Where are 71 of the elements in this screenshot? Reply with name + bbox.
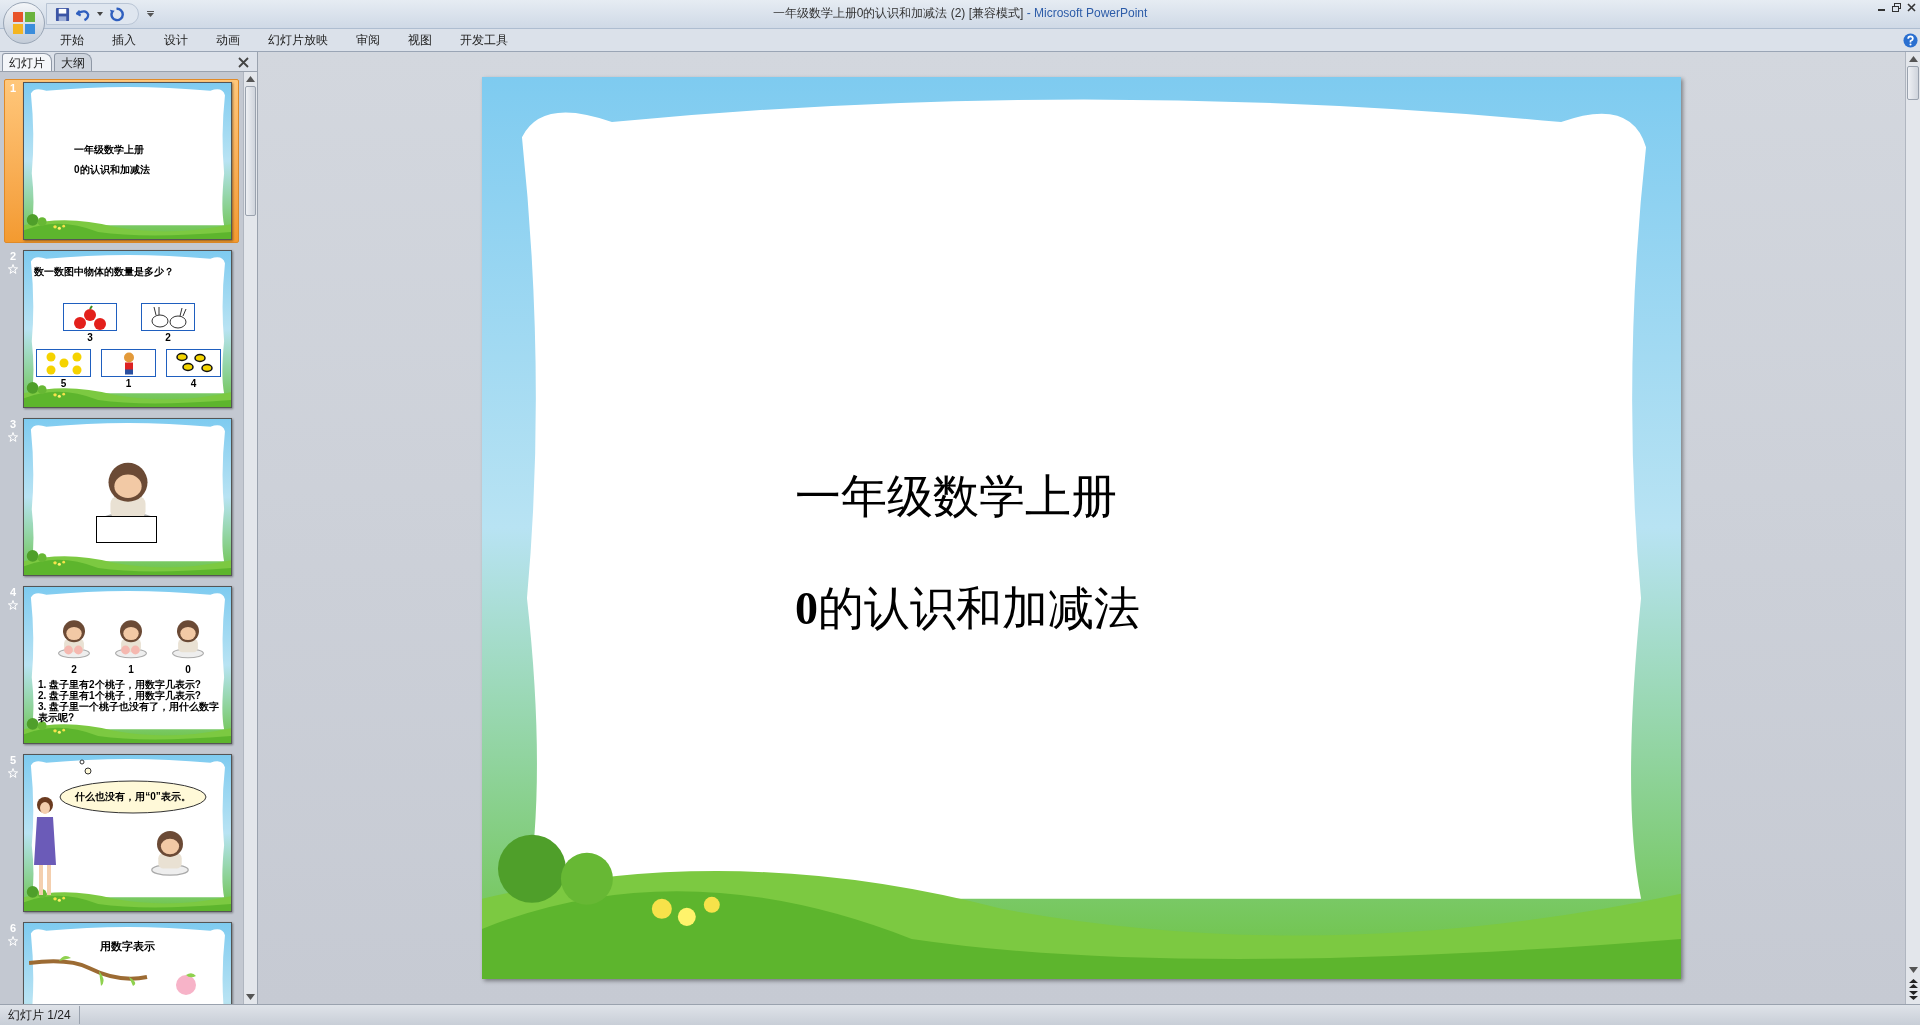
help-icon[interactable] — [1903, 33, 1918, 48]
scroll-up-icon[interactable] — [1908, 56, 1918, 62]
thumbnail-item[interactable]: 5 什么也没有，用“0”表示。 — [4, 751, 239, 915]
save-icon[interactable] — [55, 6, 70, 22]
thumbnail-item[interactable]: 1 一年级数学上册 0的认识和加减法 — [4, 79, 239, 243]
scrollbar[interactable] — [243, 72, 257, 1004]
slide-text: 0的认识和加减法 — [74, 165, 150, 175]
peach-drawing — [174, 973, 198, 995]
thumbnail-item[interactable]: 4 2 1 0 1. 盘子里有2个桃子，用数字几表示? 2. 盘子里有1个桃子，用数字几表示? 3. 盘子里一个桃子也没有了，用什么数字表示呢? — [4, 583, 239, 747]
count-label: 0 — [184, 665, 192, 675]
slide-thumbnail[interactable]: 数一数图中物体的数量是多少？ 3 2 5 1 4 — [23, 250, 232, 408]
slide-number: 4 — [9, 587, 17, 598]
rabbits-drawing — [148, 304, 188, 330]
slide-number: 2 — [9, 251, 17, 262]
count-label: 4 — [189, 379, 198, 389]
panel-tab[interactable]: 幻灯片 — [2, 53, 52, 71]
slide-thumbnail[interactable]: 用数字表示 — [23, 922, 232, 1004]
cartoon-figure-drawing — [123, 350, 134, 376]
question-text: 1. 盘子里有2个桃子，用数字几表示? — [38, 679, 202, 690]
previous-slide-icon[interactable] — [1908, 979, 1918, 988]
redo-icon[interactable] — [109, 6, 124, 22]
slide-thumbnail[interactable]: 一年级数学上册 0的认识和加减法 — [23, 82, 232, 240]
ribbon-tab[interactable]: 动画 — [202, 30, 254, 50]
scroll-down-icon[interactable] — [246, 994, 255, 1000]
bubble-text: 什么也没有，用“0”表示。 — [74, 792, 192, 802]
slide-number: 1 — [9, 83, 17, 94]
ribbon-tab[interactable]: 设计 — [150, 30, 202, 50]
window-title: 一年级数学上册0的认识和加减法 (2) [兼容模式] - Microsoft PowerPoint — [772, 5, 1148, 22]
blank-box — [96, 516, 157, 543]
dropdown-caret-icon[interactable] — [97, 12, 103, 16]
slide-number: 6 — [9, 923, 17, 934]
status-text: 幻灯片 1/24 — [0, 1006, 80, 1024]
ribbon-tab[interactable]: 开发工具 — [446, 30, 522, 50]
slide-text: 一年级数学上册 — [74, 145, 144, 155]
count-label: 2 — [70, 665, 78, 675]
slide-title: 数一数图中物体的数量是多少？ — [34, 267, 174, 277]
slide-number: 5 — [9, 755, 17, 766]
question-text: 2. 盘子里有1个桃子，用数字几表示? — [38, 690, 201, 701]
question-text: 3. 盘子里一个桃子也没有了，用什么数字表示呢? — [38, 701, 221, 723]
scroll-thumb[interactable] — [1907, 66, 1919, 100]
ribbon-tab[interactable]: 视图 — [394, 30, 446, 50]
close-icon[interactable] — [238, 57, 249, 68]
ribbon-tab[interactable]: 幻灯片放映 — [254, 30, 342, 50]
slide-text[interactable]: 一年级数学上册 — [795, 474, 1117, 520]
ribbon-tab[interactable]: 开始 — [46, 30, 98, 50]
office-logo-icon — [11, 10, 37, 36]
count-label: 1 — [124, 379, 133, 389]
slide-thumbnail[interactable]: 2 1 0 1. 盘子里有2个桃子，用数字几表示? 2. 盘子里有1个桃子，用数字几表示? 3. 盘子里一个桃子也没有了，用什么数字表示呢? — [23, 586, 232, 744]
count-label: 1 — [127, 665, 135, 675]
slide-text[interactable]: 0的认识和加减法 — [795, 586, 1140, 632]
scroll-down-icon[interactable] — [1908, 967, 1918, 973]
slide-number: 3 — [9, 419, 17, 430]
slide-canvas[interactable]: 一年级数学上册 0的认识和加减法 — [482, 77, 1681, 979]
slide-title: 用数字表示 — [99, 941, 156, 952]
office-button[interactable] — [3, 2, 45, 44]
ribbon-tab[interactable]: 插入 — [98, 30, 150, 50]
scroll-thumb[interactable] — [245, 86, 256, 216]
restore-icon[interactable] — [1892, 3, 1901, 12]
scroll-up-icon[interactable] — [246, 76, 255, 82]
thumbnail-item[interactable]: 6 用数字表示 — [4, 919, 239, 1004]
ribbon-tab[interactable]: 审阅 — [342, 30, 394, 50]
count-label: 5 — [59, 379, 68, 389]
count-label: 3 — [86, 333, 94, 343]
customize-caret-icon[interactable] — [147, 11, 154, 17]
panel-tab[interactable]: 大纲 — [54, 53, 92, 71]
slide-thumbnail[interactable]: 什么也没有，用“0”表示。 — [23, 754, 232, 912]
scrollbar[interactable] — [1905, 52, 1920, 1004]
close-icon[interactable] — [1907, 3, 1916, 12]
next-slide-icon[interactable] — [1908, 991, 1918, 1000]
thumbnail-item[interactable]: 2 数一数图中物体的数量是多少？ 3 2 5 1 4 — [4, 247, 239, 411]
count-label: 2 — [164, 333, 172, 343]
